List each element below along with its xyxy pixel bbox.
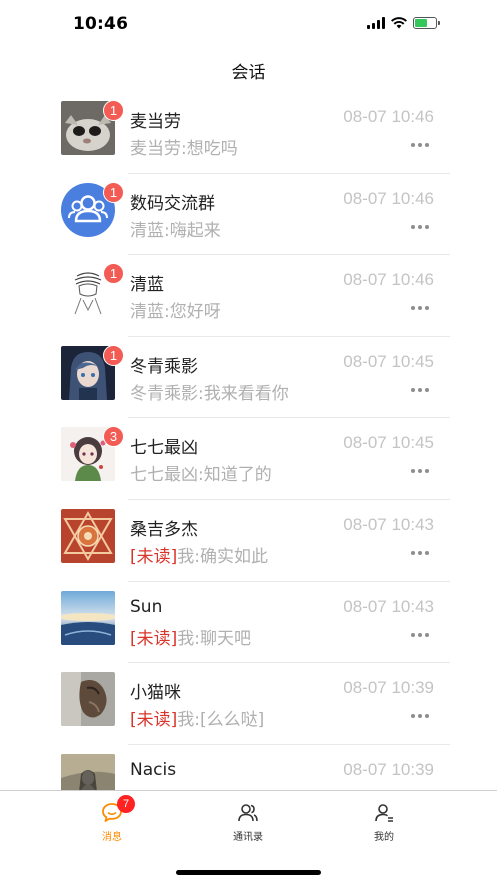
message-preview: 七七最凶:知道了的 [130,460,272,485]
unread-count-badge: 3 [103,426,124,448]
more-icon[interactable] [411,224,429,229]
profile-icon [375,804,393,822]
conversation-row[interactable]: 1 麦当劳 08-07 10:46 麦当劳:想吃吗 [0,92,497,174]
contact-name: 七七最凶 [130,438,198,459]
avatar [61,672,115,727]
status-time: 10:46 [73,14,129,34]
more-icon[interactable] [411,714,429,719]
cellular-signal-icon [367,17,385,29]
conversation-row[interactable]: 桑吉多杰 08-07 10:43 [未读]我:确实如此 [0,500,497,582]
status-icons [367,17,440,29]
tab-badge: 7 [117,795,135,813]
preview-text: 麦当劳:想吃吗 [130,139,238,159]
conversation-row[interactable]: Nacis 08-07 10:39 [0,745,497,790]
tab-label: 消息 [102,832,122,843]
message-time: 08-07 10:46 [343,188,434,208]
unread-count-badge: 1 [103,181,124,203]
tab-label: 我的 [374,832,394,843]
conversation-row[interactable]: 3 七七最凶 08-07 10:45 七七最凶:知道了的 [0,418,497,500]
contact-name: 清蓝 [130,275,164,296]
avatar [61,753,115,790]
wifi-icon [391,17,407,29]
message-time: 08-07 10:39 [343,759,434,779]
message-time: 08-07 10:45 [343,351,434,371]
unread-count-badge: 1 [103,344,124,366]
more-icon[interactable] [411,306,429,311]
message-preview: 麦当劳:想吃吗 [130,134,238,159]
page-title: 会话 [231,63,266,83]
preview-text: 清蓝:您好呀 [130,302,221,323]
contact-name: Nacis [130,759,177,780]
unread-tag: [未读] [130,710,178,731]
unread-tag: [未读] [130,628,178,649]
more-icon[interactable] [411,469,429,474]
conversation-row[interactable]: 小猫咪 08-07 10:39 [未读]我:[么么哒] [0,663,497,745]
preview-text: 我:聊天吧 [177,628,251,649]
preview-text: 我:[么么哒] [177,710,265,731]
tab-bar: 7 消息 通讯录 我的 [0,790,497,883]
preview-text: 冬青乘影:我来看看你 [130,383,289,404]
message-time: 08-07 10:43 [343,596,434,616]
more-icon[interactable] [411,143,429,147]
message-preview: 清蓝:嗨起来 [130,216,221,241]
conversation-list[interactable]: 1 麦当劳 08-07 10:46 麦当劳:想吃吗 1 数码交流群 08-07 … [0,92,497,790]
battery-icon [413,17,440,29]
preview-text: 我:确实如此 [177,546,268,567]
unread-tag: [未读] [130,546,178,567]
tab-me[interactable]: 我的 [334,801,434,843]
home-indicator [176,870,321,875]
more-icon[interactable] [411,550,429,555]
contact-name: 冬青乘影 [130,356,198,377]
message-preview: 冬青乘影:我来看看你 [130,379,289,404]
message-time: 08-07 10:39 [343,678,434,698]
message-preview: [未读]我:聊天吧 [130,624,251,649]
unread-count-badge: 1 [103,100,124,121]
conversation-row[interactable]: 1 清蓝 08-07 10:46 清蓝:您好呀 [0,255,497,337]
preview-text: 清蓝:嗨起来 [130,220,221,241]
conversation-row[interactable]: Sun 08-07 10:43 [未读]我:聊天吧 [0,582,497,664]
avatar [61,590,115,645]
message-time: 08-07 10:43 [343,514,434,534]
unread-count-badge: 1 [103,263,124,285]
conversation-row[interactable]: 1 数码交流群 08-07 10:46 清蓝:嗨起来 [0,174,497,256]
contact-name: 桑吉多杰 [130,519,198,540]
message-time: 08-07 10:45 [343,433,434,453]
more-icon[interactable] [411,632,429,637]
message-time: 08-07 10:46 [343,270,434,290]
status-bar: 10:46 [0,0,497,48]
message-preview: [未读]我:[么么哒] [130,705,264,730]
contact-name: Sun [130,596,163,617]
message-preview: [未读]我:确实如此 [130,542,268,567]
more-icon[interactable] [411,387,429,392]
tab-label: 通讯录 [233,832,263,843]
contact-name: 麦当劳 [130,112,181,132]
tab-contacts[interactable]: 通讯录 [198,801,298,843]
message-preview: 清蓝:您好呀 [130,297,221,322]
message-time: 08-07 10:46 [343,107,434,126]
avatar [61,508,115,563]
contact-name: 小猫咪 [130,683,181,704]
contacts-icon [238,804,258,822]
preview-text: 七七最凶:知道了的 [130,465,272,486]
tab-messages[interactable]: 7 消息 [62,795,162,843]
contact-name: 数码交流群 [130,193,215,214]
conversation-row[interactable]: 1 冬青乘影 08-07 10:45 冬青乘影:我来看看你 [0,337,497,419]
